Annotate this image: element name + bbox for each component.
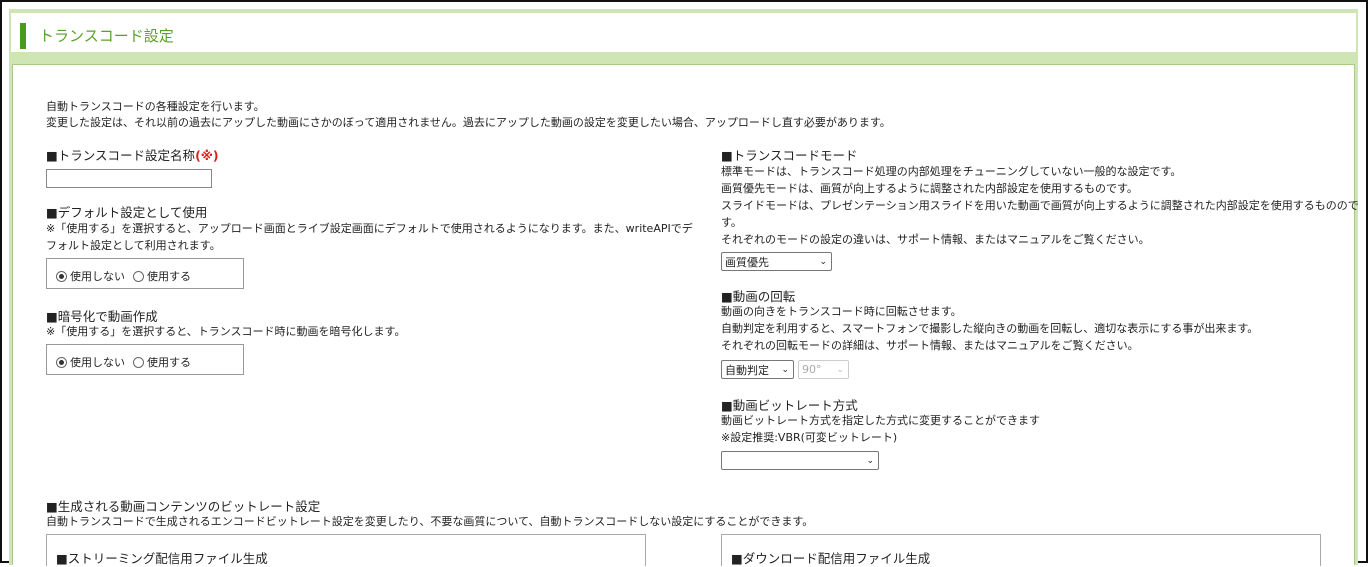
intro-line-2: 変更した設定は、それ以前の過去にアップした動画にさかのぼって適用されません。過去… — [46, 116, 891, 129]
radio-checked-icon — [56, 270, 67, 282]
encrypt-note: ※「使用する」を選択すると、トランスコード時に動画を暗号化します。 — [46, 325, 406, 338]
chevron-down-icon: ⌄ — [866, 455, 874, 466]
window-frame: トランスコード設定 自動トランスコードの各種設定を行います。 変更した設定は、そ… — [0, 0, 1368, 566]
mode-line-2: 画質優先モードは、画質が向上するように調整された内部設定を使用するものです。 — [721, 182, 1138, 195]
required-mark: (※) — [195, 148, 219, 163]
default-heading: ■デフォルト設定として使用 — [46, 205, 208, 220]
default-note-line-1: ※「使用する」を選択すると、アップロード画面とライブ設定画面にデフォルトで使用さ… — [46, 222, 693, 235]
default-radio-not-use[interactable]: 使用しない — [56, 268, 125, 284]
rotation-line-3: それぞれの回転モードの詳細は、サポート情報、またはマニュアルをご覧ください。 — [721, 339, 1139, 352]
chevron-down-icon: ⌄ — [819, 256, 827, 267]
radio-checked-icon — [56, 356, 67, 368]
rotation-heading: ■動画の回転 — [721, 289, 796, 304]
bitrate-mode-line-1: 動画ビットレート方式を指定した方式に変更することができます — [721, 414, 1040, 427]
page-header: トランスコード設定 — [11, 13, 1356, 52]
chevron-down-icon: ⌄ — [836, 364, 844, 375]
page-title: トランスコード設定 — [39, 27, 174, 45]
radio-unchecked-icon — [133, 270, 144, 282]
radio-label: 使用する — [147, 270, 191, 283]
mode-line-4: す。 — [721, 216, 742, 229]
rotation-line-1: 動画の向きをトランスコード時に回転させます。 — [721, 305, 962, 318]
name-heading: ■トランスコード設定名称(※) — [46, 145, 219, 164]
generated-heading: ■生成される動画コンテンツのビットレート設定 — [46, 499, 321, 514]
chevron-down-icon: ⌄ — [781, 364, 789, 375]
settings-panel: 自動トランスコードの各種設定を行います。 変更した設定は、それ以前の過去にアップ… — [12, 64, 1359, 566]
rotation-line-2: 自動判定を利用すると、スマートフォンで撮影した縦向きの動画を回転し、適切な表示に… — [721, 322, 1259, 335]
radio-label: 使用する — [147, 356, 191, 369]
streaming-panel-title: ■ストリーミング配信用ファイル生成 — [56, 551, 268, 566]
bitrate-mode-heading: ■動画ビットレート方式 — [721, 398, 858, 413]
bitrate-mode-line-2: ※設定推奨:VBR(可変ビットレート) — [721, 431, 898, 444]
setting-name-input[interactable] — [46, 169, 212, 188]
header-accent-bar — [20, 23, 26, 49]
select-value: 画質優先 — [725, 255, 769, 269]
generated-description: 自動トランスコードで生成されるエンコードビットレート設定を変更したり、不要な画質… — [46, 515, 814, 528]
mode-line-3: スライドモードは、プレゼンテーション用スライドを用いた動画で画質が向上するように… — [721, 199, 1359, 212]
select-value: 自動判定 — [725, 363, 769, 377]
mode-line-1: 標準モードは、トランスコード処理の内部処理をチューニングしていない一般的な設定で… — [721, 165, 1182, 178]
select-value: 90° — [802, 363, 822, 376]
download-panel: ■ダウンロード配信用ファイル生成 — [721, 534, 1321, 566]
streaming-panel: ■ストリーミング配信用ファイル生成 — [46, 534, 646, 566]
default-note-line-2: フォルト設定として利用されます。 — [46, 239, 221, 252]
encrypt-radio-not-use[interactable]: 使用しない — [56, 354, 125, 370]
encrypt-radio-group: 使用しない 使用する — [46, 344, 244, 375]
encrypt-radio-use[interactable]: 使用する — [133, 354, 191, 370]
encrypt-heading: ■暗号化で動画作成 — [46, 309, 158, 324]
transcode-mode-select[interactable]: 画質優先 ⌄ — [721, 252, 832, 271]
name-heading-text: ■トランスコード設定名称 — [46, 148, 196, 163]
download-panel-title: ■ダウンロード配信用ファイル生成 — [731, 551, 931, 566]
mode-heading: ■トランスコードモード — [721, 148, 858, 163]
default-radio-use[interactable]: 使用する — [133, 268, 191, 284]
rotation-angle-select[interactable]: 90° ⌄ — [798, 360, 849, 379]
mode-line-5: それぞれのモードの設定の違いは、サポート情報、またはマニュアルをご覧ください。 — [721, 233, 1150, 246]
radio-unchecked-icon — [133, 356, 144, 368]
radio-label: 使用しない — [70, 356, 125, 369]
default-radio-group: 使用しない 使用する — [46, 258, 244, 289]
radio-label: 使用しない — [70, 270, 125, 283]
bitrate-mode-select[interactable]: ⌄ — [721, 451, 879, 470]
settings-container: トランスコード設定 自動トランスコードの各種設定を行います。 変更した設定は、そ… — [9, 9, 1359, 566]
intro-line-1: 自動トランスコードの各種設定を行います。 — [46, 100, 265, 113]
rotation-mode-select[interactable]: 自動判定 ⌄ — [721, 360, 794, 379]
